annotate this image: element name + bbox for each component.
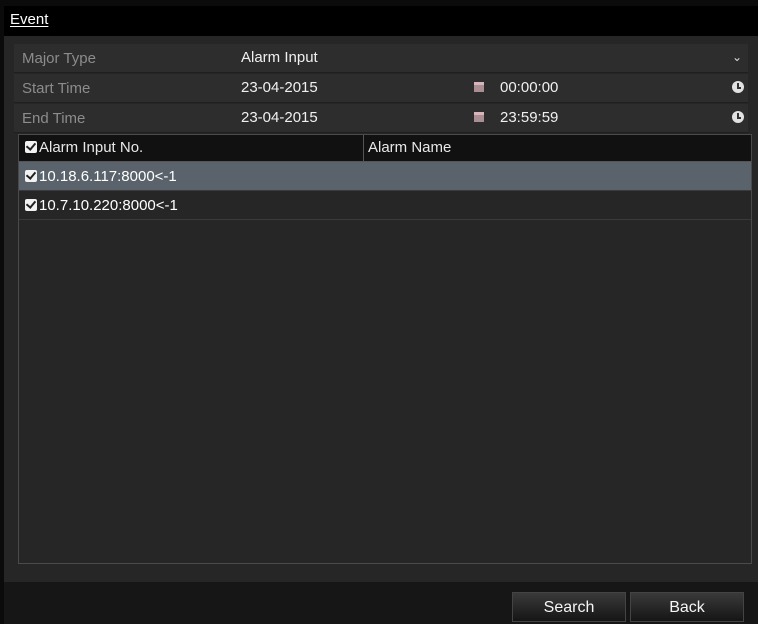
table-row[interactable]: 10.7.10.220:8000<-1 <box>19 191 751 220</box>
clock-icon[interactable] <box>732 81 744 93</box>
header-col-alarm-name[interactable]: Alarm Name <box>363 135 749 161</box>
header-label-alarm-name: Alarm Name <box>368 139 452 156</box>
end-time-label: End Time <box>22 110 86 127</box>
clock-icon[interactable] <box>732 111 744 123</box>
calendar-icon[interactable] <box>474 112 484 122</box>
start-time-label: Start Time <box>22 80 91 97</box>
end-time-field[interactable]: 23:59:59 <box>500 109 558 126</box>
alarm-input-no: 10.18.6.117:8000<-1 <box>39 168 177 185</box>
checkbox-checked-icon[interactable] <box>25 170 37 182</box>
title-bar: Event <box>4 6 758 36</box>
alarm-input-cell: 10.7.10.220:8000<-1 <box>25 197 178 214</box>
end-time-row: End Time 23-04-2015 23:59:59 <box>14 104 748 133</box>
start-time-row: Start Time 23-04-2015 00:00:00 <box>14 74 748 103</box>
checkbox-checked-icon[interactable] <box>25 199 37 211</box>
window-title: Event <box>10 11 49 28</box>
header-label-alarm-input-no: Alarm Input No. <box>39 139 144 156</box>
alarm-input-table: Alarm Input No. Alarm Name 10.18.6.117:8… <box>18 134 752 564</box>
start-time-field[interactable]: 00:00:00 <box>500 79 558 96</box>
header-col-alarm-input-no[interactable]: Alarm Input No. <box>25 139 143 156</box>
footer-bar: Search Back <box>4 582 758 624</box>
start-date-field[interactable]: 23-04-2015 <box>241 79 318 96</box>
major-type-label: Major Type <box>22 50 96 67</box>
chevron-down-icon[interactable]: ⌄ <box>732 50 742 64</box>
checkbox-checked-icon[interactable] <box>25 141 37 153</box>
alarm-input-no: 10.7.10.220:8000<-1 <box>39 197 178 214</box>
major-type-select[interactable]: Alarm Input <box>241 49 318 66</box>
table-header: Alarm Input No. Alarm Name <box>19 135 751 162</box>
search-form: Major Type Alarm Input ⌄ Start Time 23-0… <box>14 44 748 134</box>
alarm-input-cell: 10.18.6.117:8000<-1 <box>25 168 177 185</box>
calendar-icon[interactable] <box>474 82 484 92</box>
event-window: Event Major Type Alarm Input ⌄ Start Tim… <box>4 6 758 624</box>
back-button[interactable]: Back <box>630 592 744 622</box>
major-type-row[interactable]: Major Type Alarm Input ⌄ <box>14 44 748 73</box>
table-row[interactable]: 10.18.6.117:8000<-1 <box>19 162 751 191</box>
end-date-field[interactable]: 23-04-2015 <box>241 109 318 126</box>
search-button[interactable]: Search <box>512 592 626 622</box>
